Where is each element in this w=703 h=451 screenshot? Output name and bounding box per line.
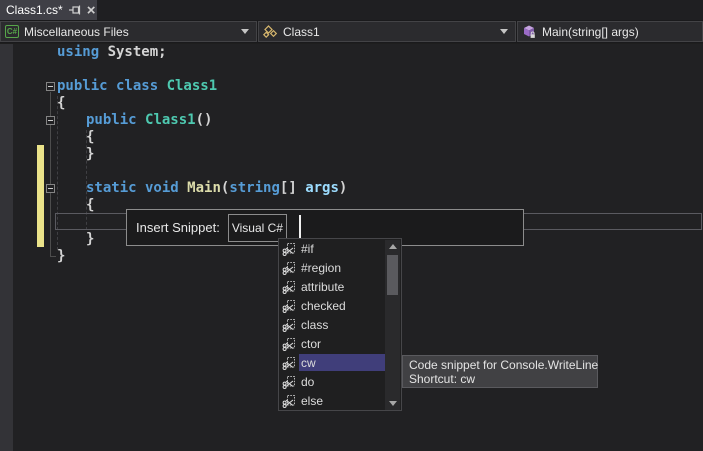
code-token: { [57, 95, 66, 111]
document-tab-bar: Class1.cs* × [0, 0, 703, 20]
tab-class1[interactable]: Class1.cs* × [0, 0, 97, 20]
code-line[interactable] [57, 61, 347, 78]
list-item-cw[interactable]: cw [279, 353, 386, 372]
member-dropdown-label: Main(string[] args) [542, 24, 639, 39]
code-token: } [86, 146, 95, 162]
code-token: public [86, 112, 146, 128]
code-token: [] [279, 180, 306, 196]
visual-studio-window: Class1.cs* × C# Miscellaneous Files Clas… [0, 0, 703, 451]
code-line[interactable]: { [57, 95, 347, 112]
snippet-icon [279, 242, 299, 256]
project-dropdown[interactable]: C# Miscellaneous Files [0, 21, 257, 42]
code-token: } [86, 231, 95, 247]
type-dropdown[interactable]: Class1 [258, 21, 516, 42]
code-line[interactable] [57, 163, 347, 180]
code-token: Class1 [145, 112, 196, 128]
code-line[interactable]: public class Class1 [57, 78, 347, 95]
list-item-label: checked [301, 298, 346, 313]
snippet-icon [279, 318, 299, 332]
list-item-if[interactable]: #if [279, 239, 386, 258]
code-token: using [57, 44, 108, 60]
tab-title: Class1.cs* [6, 3, 63, 17]
code-token: static void [86, 180, 188, 196]
code-line[interactable]: } [57, 146, 347, 163]
code-line[interactable]: { [57, 129, 347, 146]
list-item-label: cw [301, 355, 316, 370]
list-item-region[interactable]: #region [279, 258, 386, 277]
list-item-checked[interactable]: checked [279, 296, 386, 315]
code-token: } [57, 248, 66, 264]
fold-toggle-main[interactable] [46, 184, 55, 193]
code-token: public class [57, 78, 167, 94]
snippet-icon [279, 356, 299, 370]
fold-toggle-class[interactable] [46, 82, 55, 91]
snippet-icon [279, 337, 299, 351]
list-item-label: else [301, 393, 324, 408]
insert-snippet-label: Insert Snippet: [136, 220, 220, 235]
list-item-label: #region [301, 260, 342, 275]
scrollbar[interactable] [385, 240, 400, 410]
fold-toggle-ctor[interactable] [46, 116, 55, 125]
code-token: Class1 [166, 78, 218, 94]
code-token: () [195, 112, 213, 128]
method-private-icon [522, 25, 537, 39]
code-line[interactable]: using System; [57, 44, 347, 61]
tooltip-shortcut: Shortcut: cw [409, 372, 476, 386]
type-dropdown-label: Class1 [283, 24, 320, 39]
list-item-do[interactable]: do [279, 372, 386, 391]
list-item-ctor[interactable]: ctor [279, 334, 386, 353]
snippet-completion-list: #if #region attribute checked class ctor… [278, 238, 402, 411]
class-icon [263, 24, 278, 39]
code-token: args [305, 180, 339, 196]
snippet-icon [279, 375, 299, 389]
close-icon[interactable]: × [87, 3, 96, 18]
snippet-icon [279, 394, 299, 408]
tooltip-description: Code snippet for Console.WriteLine [409, 358, 599, 372]
text-caret [298, 214, 301, 241]
project-dropdown-label: Miscellaneous Files [24, 24, 129, 39]
code-token: System; [107, 44, 167, 60]
code-token: Main [187, 180, 221, 196]
list-item-label: ctor [301, 336, 322, 351]
scroll-down-icon[interactable] [385, 397, 400, 410]
code-token: ) [338, 180, 348, 196]
navigation-bar: C# Miscellaneous Files Class1 Main(strin… [0, 20, 703, 43]
glyph-margin [0, 44, 13, 451]
chevron-down-icon [500, 29, 508, 34]
chevron-down-icon [241, 29, 249, 34]
code-line[interactable]: static void Main(string[] args) [57, 180, 347, 197]
list-item-label: class [301, 317, 329, 332]
member-dropdown[interactable]: Main(string[] args) [517, 21, 703, 42]
snippet-icon [279, 299, 299, 313]
list-item-label: #if [301, 241, 314, 256]
code-line[interactable]: public Class1() [57, 112, 347, 129]
code-editor[interactable]: using System; public class Class1{public … [0, 44, 703, 451]
code-token: string [229, 180, 280, 196]
list-item-label: do [301, 374, 315, 389]
scrollbar-thumb[interactable] [387, 255, 398, 295]
list-item-else[interactable]: else [279, 391, 386, 410]
changed-lines-indicator [37, 145, 44, 247]
list-item-class[interactable]: class [279, 315, 386, 334]
pin-icon[interactable] [68, 4, 81, 17]
list-item-attribute[interactable]: attribute [279, 277, 386, 296]
fold-scope-tick [50, 256, 56, 257]
list-item-label: attribute [301, 279, 345, 294]
csharp-file-icon: C# [5, 25, 19, 38]
scroll-up-icon[interactable] [385, 240, 400, 253]
code-token: { [86, 197, 95, 213]
code-token: { [86, 129, 95, 145]
snippet-icon [279, 280, 299, 294]
snippet-tooltip: Code snippet for Console.WriteLine Short… [402, 355, 598, 388]
snippet-icon [279, 261, 299, 275]
